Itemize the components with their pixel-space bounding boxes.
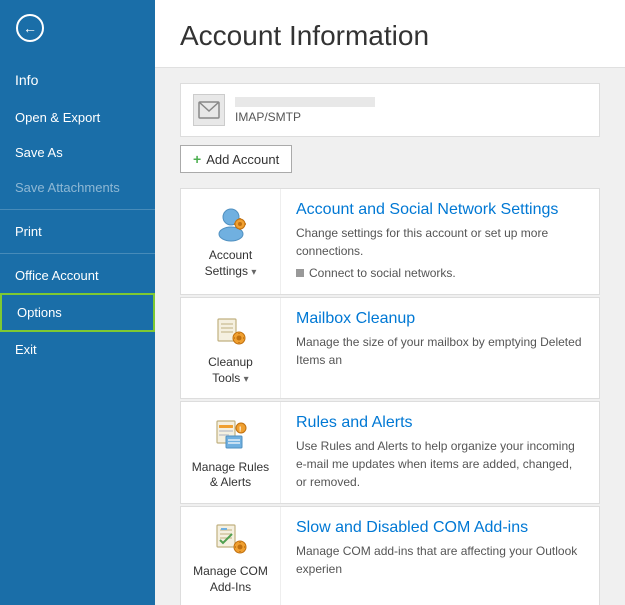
account-settings-label: AccountSettings ▾ <box>205 248 257 279</box>
main-content: Account Information IMAP/SMTP + Add Acco… <box>155 0 625 605</box>
account-row: IMAP/SMTP <box>180 83 600 137</box>
settings-row-account: AccountSettings ▾ Account and Social Net… <box>180 188 600 295</box>
rules-alerts-text: Rules and Alerts Use Rules and Alerts to… <box>281 402 599 503</box>
account-settings-desc: Change settings for this account or set … <box>296 224 584 282</box>
account-settings-icon <box>211 203 251 243</box>
add-account-button[interactable]: + Add Account <box>180 145 292 173</box>
add-account-label: Add Account <box>206 152 279 167</box>
cleanup-tools-text: Mailbox Cleanup Manage the size of your … <box>281 298 599 398</box>
cleanup-tools-icon <box>211 310 251 350</box>
com-addins-label: Manage COMAdd-Ins <box>193 564 268 595</box>
bullet-icon <box>296 269 304 277</box>
cleanup-tools-icon-col[interactable]: CleanupTools ▾ <box>181 298 281 398</box>
com-addins-text: Slow and Disabled COM Add-ins Manage COM… <box>281 507 599 605</box>
com-addins-icon-col[interactable]: Manage COMAdd-Ins <box>181 507 281 605</box>
settings-row-com: Manage COMAdd-Ins Slow and Disabled COM … <box>180 506 600 605</box>
back-button[interactable]: ← <box>10 8 50 48</box>
account-type: IMAP/SMTP <box>235 110 587 124</box>
rules-alerts-title: Rules and Alerts <box>296 414 584 432</box>
rules-alerts-label: Manage Rules& Alerts <box>192 460 269 491</box>
com-addins-icon <box>211 519 251 559</box>
rules-alerts-icon-col[interactable]: ! Manage Rules& Alerts <box>181 402 281 503</box>
content-area: IMAP/SMTP + Add Account <box>155 68 625 605</box>
rules-alerts-icon: ! <box>211 415 251 455</box>
sidebar-item-exit[interactable]: Exit <box>0 332 155 367</box>
sidebar-divider-2 <box>0 253 155 254</box>
settings-row-cleanup: CleanupTools ▾ Mailbox Cleanup Manage th… <box>180 297 600 399</box>
com-addins-title: Slow and Disabled COM Add-ins <box>296 519 584 537</box>
sidebar: ← Info Open & Export Save As Save Attach… <box>0 0 155 605</box>
sidebar-item-office-account[interactable]: Office Account <box>0 258 155 293</box>
cleanup-tools-title: Mailbox Cleanup <box>296 310 584 328</box>
sidebar-item-options[interactable]: Options <box>0 293 155 332</box>
back-icon: ← <box>16 14 44 42</box>
account-icon-box <box>193 94 225 126</box>
sidebar-item-info[interactable]: Info <box>0 60 155 100</box>
cleanup-tools-label: CleanupTools ▾ <box>208 355 253 386</box>
sidebar-nav: Info Open & Export Save As Save Attachme… <box>0 60 155 367</box>
account-settings-bullet: Connect to social networks. <box>296 264 584 282</box>
page-title: Account Information <box>155 0 625 68</box>
settings-row-rules: ! Manage Rules& Alerts Rules and Alerts … <box>180 401 600 504</box>
svg-text:!: ! <box>239 426 241 433</box>
account-email-redacted <box>235 97 375 107</box>
account-info: IMAP/SMTP <box>235 97 587 124</box>
rules-alerts-desc: Use Rules and Alerts to help organize yo… <box>296 437 584 491</box>
sidebar-item-print[interactable]: Print <box>0 214 155 249</box>
sidebar-item-open-export[interactable]: Open & Export <box>0 100 155 135</box>
cleanup-tools-desc: Manage the size of your mailbox by empty… <box>296 333 584 369</box>
account-settings-text: Account and Social Network Settings Chan… <box>281 189 599 294</box>
sidebar-divider-1 <box>0 209 155 210</box>
com-addins-desc: Manage COM add-ins that are affecting yo… <box>296 542 584 578</box>
sidebar-item-save-attachments[interactable]: Save Attachments <box>0 170 155 205</box>
sidebar-item-save-as[interactable]: Save As <box>0 135 155 170</box>
email-icon <box>198 101 220 119</box>
plus-icon: + <box>193 151 201 167</box>
settings-grid: AccountSettings ▾ Account and Social Net… <box>180 188 600 605</box>
account-settings-icon-col[interactable]: AccountSettings ▾ <box>181 189 281 294</box>
account-settings-title: Account and Social Network Settings <box>296 201 584 219</box>
